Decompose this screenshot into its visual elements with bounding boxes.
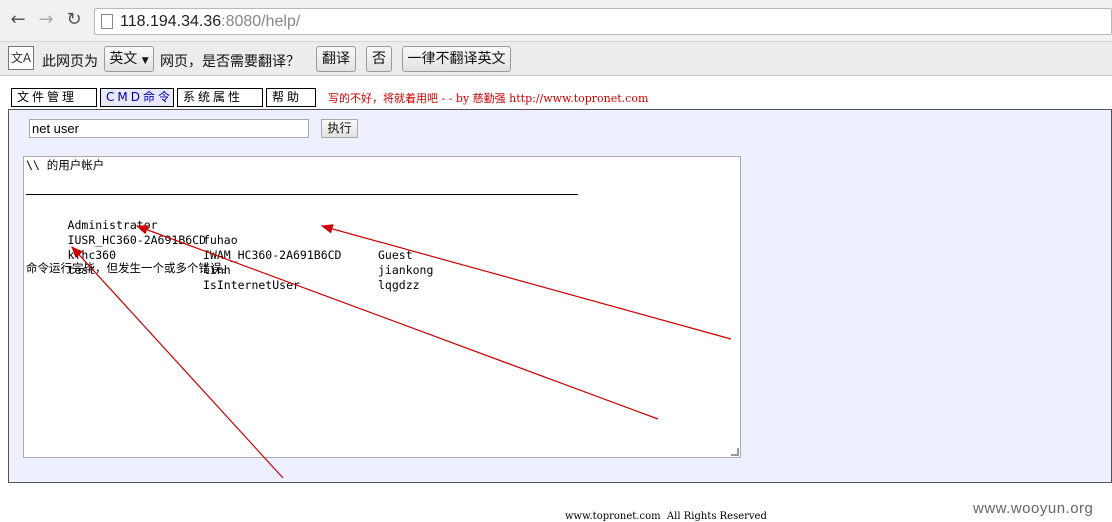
- translate-bar: 文A 此网页为 英文 ▼ 网页，是否需要翻译？ 翻译 否 一律不翻译英文: [0, 42, 1112, 76]
- forward-icon[interactable]: →: [36, 10, 56, 30]
- dropdown-arrow-icon: ▼: [141, 56, 149, 66]
- reload-icon[interactable]: ↻: [64, 10, 84, 30]
- never-translate-button[interactable]: 一律不翻译英文: [402, 46, 511, 72]
- translate-question: 网页，是否需要翻译？: [160, 54, 300, 70]
- menu-system-properties[interactable]: 系统属性: [177, 88, 263, 107]
- menu-file-manager[interactable]: 文件管理: [11, 88, 97, 107]
- no-button[interactable]: 否: [366, 46, 392, 72]
- url-host: 118.194.34.36: [120, 13, 222, 30]
- command-input[interactable]: net user: [29, 119, 309, 138]
- browser-toolbar: ← → ↻ 118.194.34.36:8080/help/: [0, 0, 1112, 42]
- translate-button[interactable]: 翻译: [316, 46, 356, 72]
- output-divider: [26, 194, 578, 195]
- url-path: :8080/help/: [221, 13, 301, 30]
- language-select[interactable]: 英文 ▼: [104, 46, 154, 72]
- translate-icon: 文A: [8, 46, 34, 70]
- user-cell: jiankong: [378, 263, 434, 277]
- run-button[interactable]: 执行: [321, 119, 358, 138]
- page-menu: 文件管理 CMD命令 系统属性 帮助 写的不好，将就着用吧 - - by 慈勤强…: [0, 84, 1112, 108]
- output-header: \\ 的用户帐户: [26, 158, 105, 172]
- page-icon: [101, 14, 113, 29]
- user-cell: lqgdzz: [378, 278, 420, 292]
- back-icon[interactable]: ←: [8, 10, 28, 30]
- address-bar[interactable]: 118.194.34.36:8080/help/: [94, 8, 1112, 35]
- user-cell: IsInternetUser: [203, 278, 300, 292]
- command-output[interactable]: \\ 的用户帐户 Administrator fuhao Guest IUSR_…: [23, 156, 741, 458]
- url-text[interactable]: 118.194.34.36:8080/help/: [120, 13, 300, 31]
- user-cell: fuhao: [203, 233, 238, 247]
- menu-help[interactable]: 帮助: [266, 88, 316, 107]
- language-value: 英文: [109, 51, 138, 67]
- author-credit: 写的不好，将就着用吧 - - by 慈勤强 http://www.toprone…: [328, 92, 649, 105]
- output-footer: 命令运行完毕，但发生一个或多个错误。: [26, 261, 233, 275]
- menu-cmd[interactable]: CMD命令: [100, 88, 174, 107]
- cmd-panel: net user 执行 \\ 的用户帐户 Administrator fuhao…: [8, 109, 1112, 483]
- resize-grip-icon[interactable]: [731, 448, 739, 456]
- user-cell: Guest: [378, 248, 413, 262]
- watermark: www.wooyun.org: [973, 500, 1094, 517]
- table-row: test IsInternetUser: [26, 248, 300, 323]
- page-footer: www.topronet.com All Rights Reserved: [565, 511, 767, 522]
- translate-prefix: 此网页为: [42, 54, 98, 70]
